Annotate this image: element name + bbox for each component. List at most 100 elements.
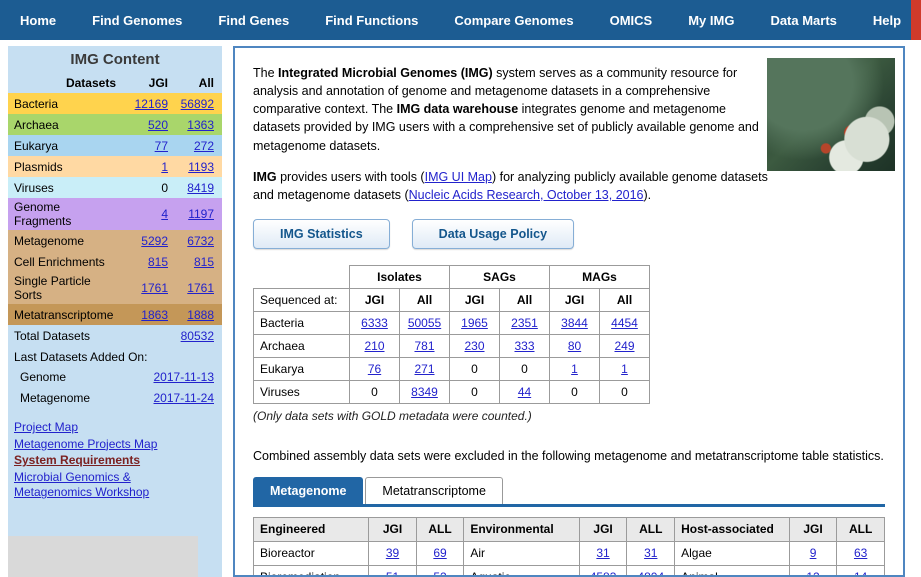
dataset-all-link[interactable]: 815 bbox=[194, 255, 214, 269]
group-sags: SAGs bbox=[449, 264, 550, 289]
header-jgi: JGI bbox=[788, 516, 838, 542]
corner-decoration bbox=[911, 0, 921, 40]
nav-item-find-functions[interactable]: Find Functions bbox=[307, 13, 436, 28]
dataset-jgi-link[interactable]: 1863 bbox=[141, 308, 168, 322]
dataset-jgi-link[interactable]: 12169 bbox=[135, 97, 168, 111]
dataset-all-link[interactable]: 8419 bbox=[187, 181, 214, 195]
eco-category: Air bbox=[463, 540, 580, 566]
tab-metagenome[interactable]: Metagenome bbox=[253, 476, 364, 504]
microscopy-image bbox=[767, 58, 895, 171]
nav-item-compare-genomes[interactable]: Compare Genomes bbox=[436, 13, 591, 28]
nav-item-data-marts[interactable]: Data Marts bbox=[752, 13, 854, 28]
dataset-all-link[interactable]: 1363 bbox=[187, 118, 214, 132]
metagenome-projects-map-link[interactable]: Metagenome Projects Map bbox=[14, 437, 199, 453]
system-requirements-link[interactable]: System Requirements bbox=[14, 453, 199, 469]
stats-count-link[interactable]: 249 bbox=[614, 339, 634, 353]
dataset-all-link[interactable]: 56892 bbox=[181, 97, 214, 111]
eco-count-link[interactable]: 4804 bbox=[637, 570, 664, 575]
eco-count-link[interactable]: 31 bbox=[644, 546, 657, 560]
stats-count-link[interactable]: 230 bbox=[464, 339, 484, 353]
dataset-jgi-link[interactable]: 77 bbox=[155, 139, 168, 153]
eco-count-link[interactable]: 14 bbox=[854, 570, 867, 575]
dataset-jgi-link[interactable]: 5292 bbox=[141, 234, 168, 248]
project-map-link[interactable]: Project Map bbox=[14, 420, 199, 436]
stats-count-link[interactable]: 80 bbox=[568, 339, 581, 353]
stats-count-link[interactable]: 1 bbox=[571, 362, 578, 376]
stats-row-eukarya: Eukarya 76 271 0 0 1 1 bbox=[253, 356, 650, 381]
stats-count-link[interactable]: 210 bbox=[364, 339, 384, 353]
stats-count-link[interactable]: 4454 bbox=[611, 316, 638, 330]
last-added-genome-date-link[interactable]: 2017-11-13 bbox=[154, 370, 215, 384]
dataset-row-metagenome: Metagenome 5292 6732 bbox=[8, 230, 222, 251]
stats-row-label: Eukarya bbox=[253, 356, 350, 381]
col-jgi: JGI bbox=[549, 287, 600, 312]
stats-count-link[interactable]: 8349 bbox=[411, 385, 438, 399]
eco-count-link[interactable]: 31 bbox=[596, 546, 609, 560]
stats-count-value: 0 bbox=[449, 356, 500, 381]
eco-category: Bioremediation bbox=[252, 564, 370, 575]
nucleic-acids-research-link[interactable]: Nucleic Acids Research, October 13, 2016 bbox=[409, 188, 644, 202]
img-statistics-button[interactable]: IMG Statistics bbox=[253, 218, 390, 249]
dataset-row-bacteria: Bacteria 12169 56892 bbox=[8, 93, 222, 114]
eco-count-link[interactable]: 69 bbox=[433, 546, 446, 560]
stats-count-value: 0 bbox=[349, 379, 400, 404]
eco-count-link[interactable]: 39 bbox=[386, 546, 399, 560]
dataset-jgi-link[interactable]: 4 bbox=[161, 207, 168, 221]
dataset-all-link[interactable]: 6732 bbox=[187, 234, 214, 248]
dataset-row-cell-enrichments: Cell Enrichments 815 815 bbox=[8, 251, 222, 272]
dataset-all-link[interactable]: 1761 bbox=[187, 281, 214, 295]
dataset-all-link[interactable]: 272 bbox=[194, 139, 214, 153]
ecosystem-row: Bioreactor 39 69 Air 31 31 Algae 9 63 bbox=[252, 540, 885, 566]
img-data-warehouse-bold: IMG data warehouse bbox=[396, 102, 519, 117]
stats-count-link[interactable]: 1 bbox=[621, 362, 628, 376]
nav-item-find-genomes[interactable]: Find Genomes bbox=[74, 13, 200, 28]
stats-count-link[interactable]: 44 bbox=[518, 385, 531, 399]
stats-count-link[interactable]: 50055 bbox=[408, 316, 441, 330]
stats-count-link[interactable]: 781 bbox=[414, 339, 434, 353]
col-all: All bbox=[399, 287, 450, 312]
stats-column-header-row: Sequenced at: JGI All JGI All JGI All bbox=[253, 287, 650, 312]
nav-item-find-genes[interactable]: Find Genes bbox=[200, 13, 307, 28]
group-isolates: Isolates bbox=[349, 264, 450, 289]
dataset-jgi-link[interactable]: 1761 bbox=[141, 281, 168, 295]
nav-item-help[interactable]: Help bbox=[855, 13, 919, 28]
eco-count-link[interactable]: 4583 bbox=[590, 570, 617, 575]
dataset-all-link[interactable]: 1888 bbox=[187, 308, 214, 322]
stats-count-link[interactable]: 76 bbox=[368, 362, 381, 376]
stats-count-link[interactable]: 6333 bbox=[361, 316, 388, 330]
dataset-jgi-link[interactable]: 815 bbox=[148, 255, 168, 269]
dataset-jgi-link[interactable]: 520 bbox=[148, 118, 168, 132]
eco-category: Bioreactor bbox=[252, 540, 370, 566]
nav-item-home[interactable]: Home bbox=[0, 13, 74, 28]
eco-count-link[interactable]: 52 bbox=[433, 570, 446, 575]
total-datasets-link[interactable]: 80532 bbox=[181, 329, 214, 343]
dataset-row-metatranscriptome: Metatranscriptome 1863 1888 bbox=[8, 304, 222, 325]
eco-count-link[interactable]: 9 bbox=[810, 546, 817, 560]
stats-count-link[interactable]: 3844 bbox=[561, 316, 588, 330]
eco-count-link[interactable]: 63 bbox=[854, 546, 867, 560]
dataset-all-link[interactable]: 1193 bbox=[188, 160, 214, 174]
total-datasets-label: Total Datasets bbox=[14, 328, 91, 343]
dataset-jgi-link[interactable]: 1 bbox=[161, 160, 168, 174]
microbial-genomics-workshop-link[interactable]: Microbial Genomics & Metagenomics Worksh… bbox=[14, 470, 199, 501]
header-jgi: JGI bbox=[368, 516, 417, 542]
data-usage-policy-button[interactable]: Data Usage Policy bbox=[411, 218, 575, 249]
last-added-metagenome-date-link[interactable]: 2017-11-24 bbox=[154, 391, 215, 405]
eco-count-link[interactable]: 12 bbox=[806, 570, 819, 575]
last-added-label: Genome bbox=[20, 369, 67, 384]
nav-item-my-img[interactable]: My IMG bbox=[670, 13, 752, 28]
stats-count-link[interactable]: 2351 bbox=[511, 316, 538, 330]
dataset-all-link[interactable]: 1197 bbox=[188, 207, 214, 221]
stats-count-link[interactable]: 333 bbox=[514, 339, 534, 353]
eco-count-link[interactable]: 51 bbox=[386, 570, 399, 575]
stats-count-value: 0 bbox=[449, 379, 500, 404]
nav-item-omics[interactable]: OMICS bbox=[592, 13, 671, 28]
stats-row-bacteria: Bacteria 6333 50055 1965 2351 3844 4454 bbox=[253, 310, 650, 335]
stats-row-label: Bacteria bbox=[253, 310, 350, 335]
stats-count-link[interactable]: 1965 bbox=[461, 316, 488, 330]
stats-count-link[interactable]: 271 bbox=[414, 362, 434, 376]
intro-paragraph-2: IMG provides users with tools (IMG UI Ma… bbox=[253, 169, 768, 202]
tab-metatranscriptome[interactable]: Metatranscriptome bbox=[365, 476, 503, 504]
stats-count-value: 0 bbox=[599, 379, 650, 404]
img-ui-map-link[interactable]: IMG UI Map bbox=[425, 170, 492, 184]
